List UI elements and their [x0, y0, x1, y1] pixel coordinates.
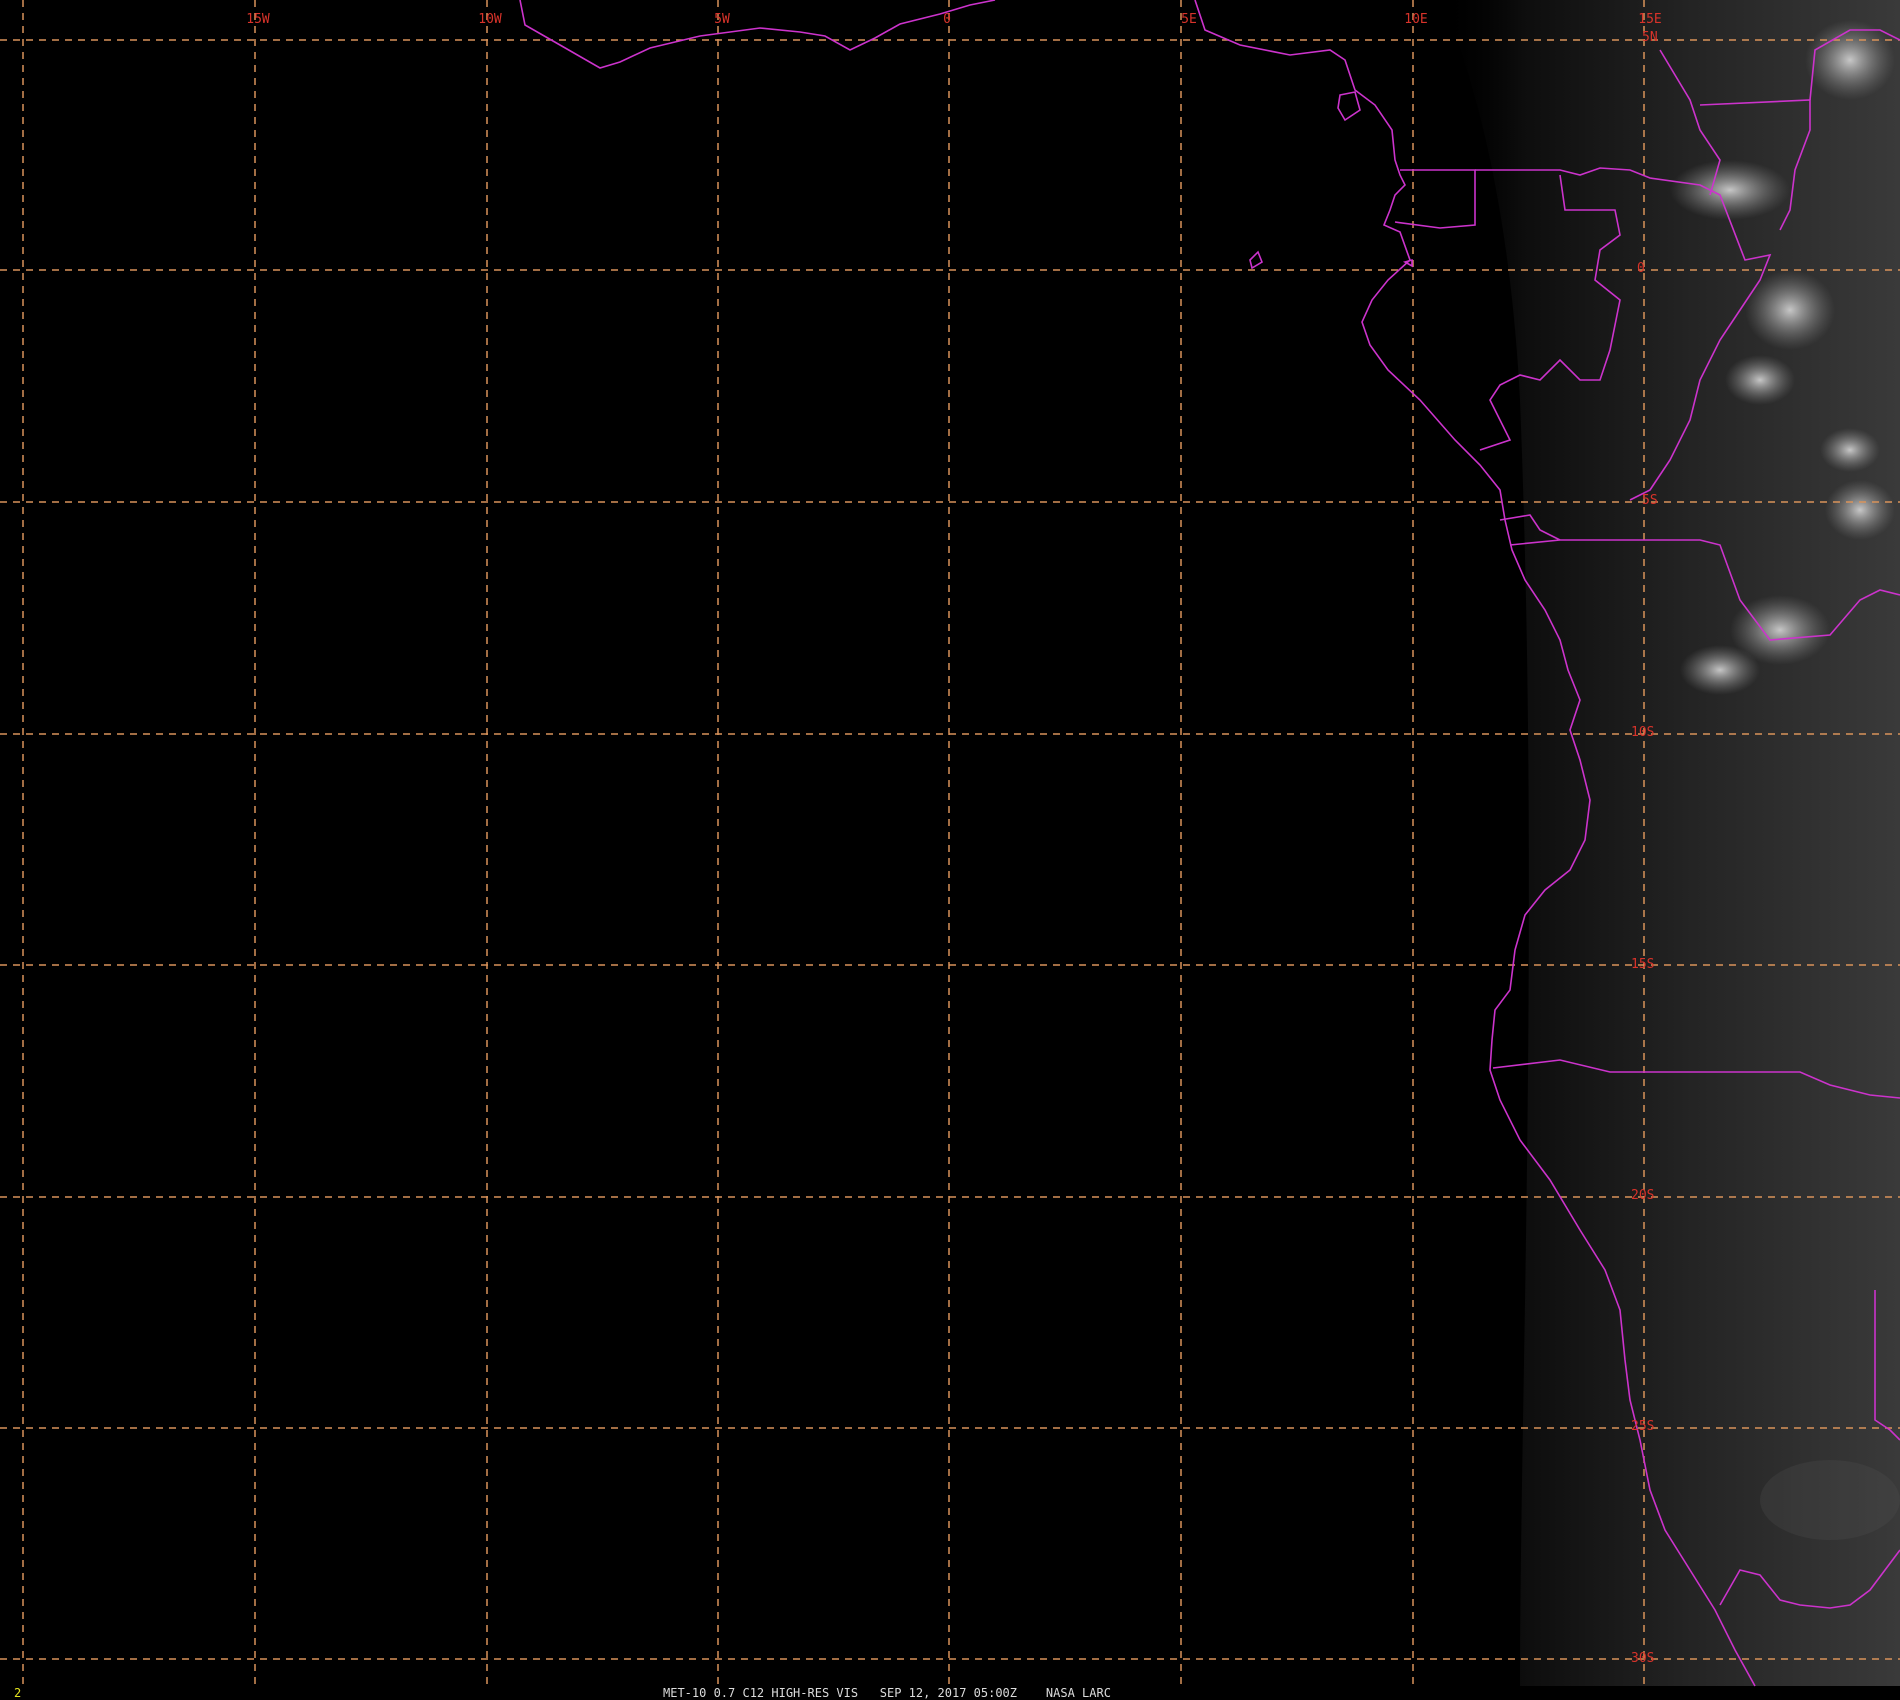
- lat-label-20s: 20S: [1631, 1188, 1654, 1203]
- lon-label-0: 0: [943, 12, 951, 27]
- satellite-map: 15W 10W 5W 0 5E 10E 15E 5N 0 5S 10S 15S …: [0, 0, 1900, 1700]
- lat-label-15s: 15S: [1631, 957, 1654, 972]
- lon-label-10e: 10E: [1404, 12, 1427, 27]
- lat-label-30s: 30S: [1631, 1651, 1654, 1666]
- frame-number: 2: [14, 1686, 21, 1700]
- lon-label-15e: 15E: [1638, 12, 1661, 27]
- lat-label-0: 0: [1637, 261, 1645, 276]
- lat-label-5s: 5S: [1642, 493, 1658, 508]
- lon-label-10w: 10W: [478, 12, 502, 27]
- lon-label-15w: 15W: [246, 12, 270, 27]
- lat-label-5n: 5N: [1642, 30, 1658, 45]
- image-caption: MET-10 0.7 C12 HIGH-RES VIS SEP 12, 2017…: [663, 1686, 1111, 1700]
- lon-label-5w: 5W: [714, 12, 730, 27]
- lat-label-10s: 10S: [1631, 725, 1654, 740]
- lon-label-5e: 5E: [1181, 12, 1197, 27]
- lat-label-25s: 25S: [1631, 1419, 1654, 1434]
